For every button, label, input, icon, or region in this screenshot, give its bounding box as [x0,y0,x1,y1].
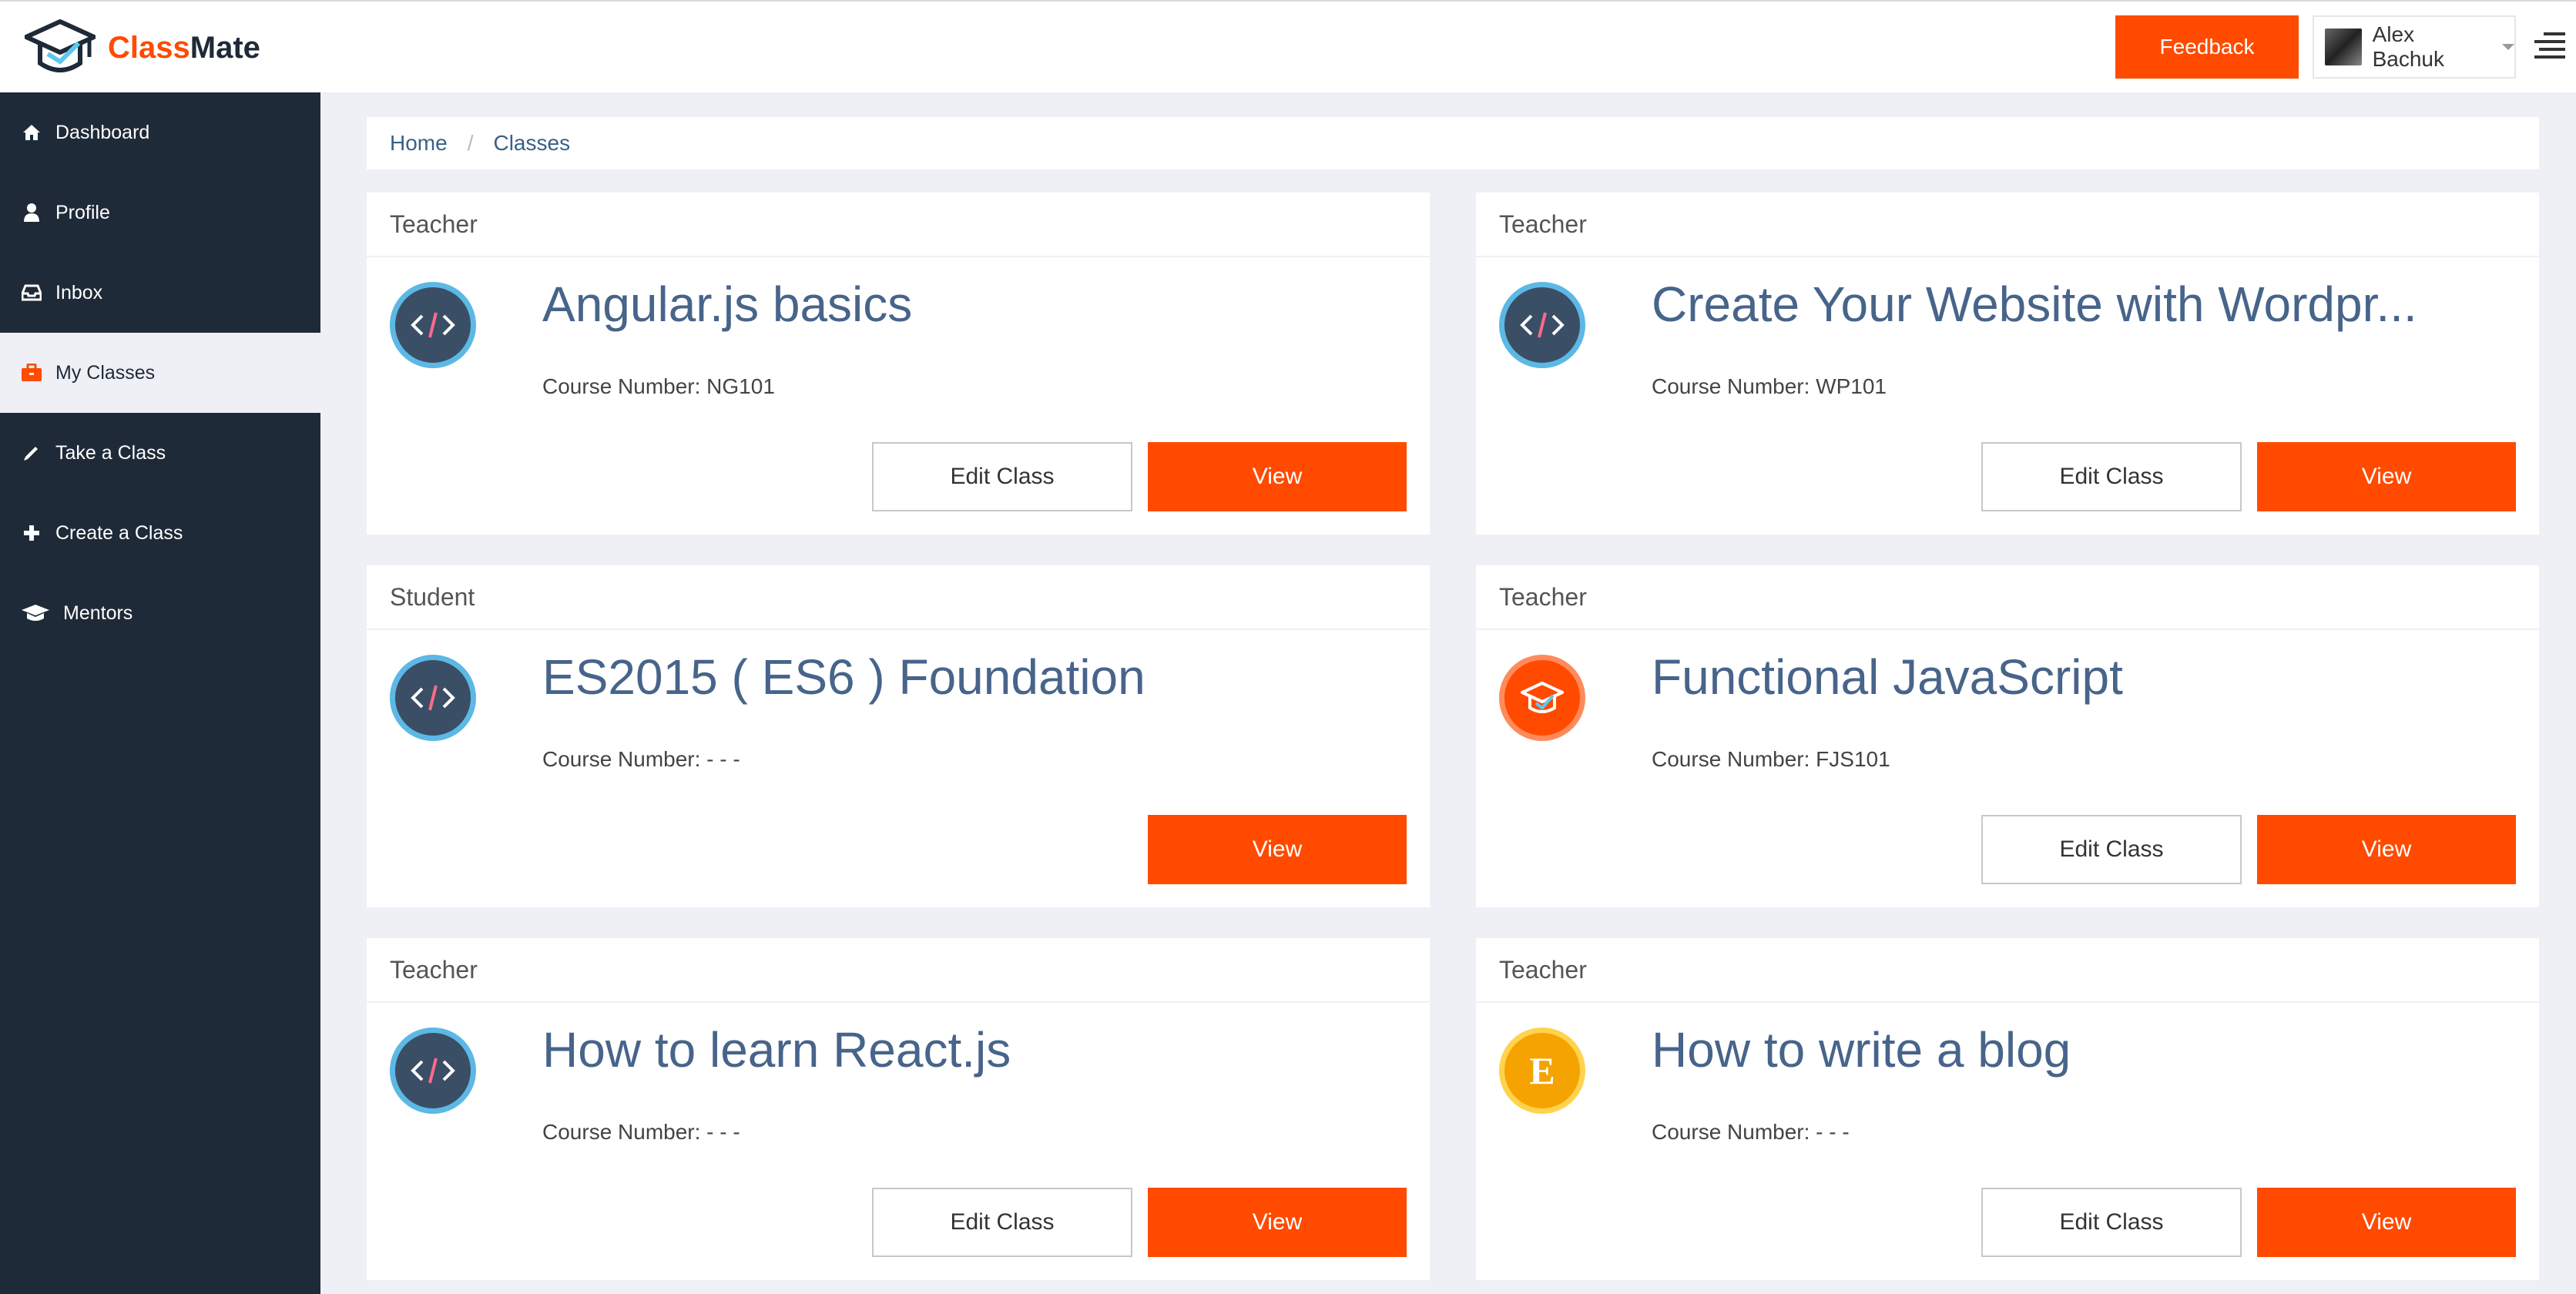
code-icon [390,282,476,368]
course-number: Course Number: FJS101 [1652,747,1890,771]
feedback-button[interactable]: Feedback [2115,15,2299,79]
course-number: Course Number: NG101 [542,374,775,398]
sidebar-item-dashboard[interactable]: Dashboard [0,92,320,173]
user-menu[interactable]: Alex Bachuk [2313,15,2516,79]
code-icon [390,1027,476,1114]
edit-class-button[interactable]: Edit Class [1981,815,2242,884]
card-title[interactable]: ES2015 ( ES6 ) Foundation [542,649,1145,706]
breadcrumb-separator: / [467,131,474,155]
sidebar-item-label: Create a Class [55,521,183,544]
class-card: Student ES2015 ( ES6 ) Foundation Course… [367,565,1430,907]
edit-class-button[interactable]: Edit Class [1981,442,2242,511]
class-card: Teacher Create Your Website with Wordpr.… [1476,193,2539,535]
sidebar-item-label: Dashboard [55,121,150,143]
view-button[interactable]: View [2257,442,2516,511]
sidebar-item-my-classes[interactable]: My Classes [0,333,320,413]
course-number: Course Number: WP101 [1652,374,1887,398]
card-role: Teacher [367,193,1430,257]
card-title[interactable]: How to learn React.js [542,1021,1011,1078]
sidebar-item-inbox[interactable]: Inbox [0,253,320,333]
sidebar-item-label: My Classes [55,361,156,384]
sidebar-item-label: Inbox [55,281,103,303]
top-header: ClassMate Feedback Alex Bachuk [0,0,2576,92]
breadcrumb-classes-link[interactable]: Classes [493,131,570,156]
user-name: Alex Bachuk [2372,22,2445,71]
view-button[interactable]: View [1148,815,1407,884]
class-card: Teacher How to learn React.js Course Num… [367,938,1430,1280]
card-role: Teacher [1476,193,2539,257]
class-card: Teacher E How to write a blog Course Num… [1476,938,2539,1280]
card-title[interactable]: Create Your Website with Wordpr... [1652,276,2417,333]
sidebar-item-label: Take a Class [55,441,166,464]
pencil-icon [20,441,43,464]
view-button[interactable]: View [2257,1188,2516,1257]
edit-class-button[interactable]: Edit Class [872,442,1132,511]
breadcrumb-home-link[interactable]: Home [390,131,448,156]
edit-class-button[interactable]: Edit Class [872,1188,1132,1257]
letter-e-icon: E [1499,1027,1585,1114]
menu-toggle-icon[interactable] [2534,32,2565,60]
sidebar-item-label: Profile [55,201,110,223]
graduation-cap-icon [1499,655,1585,741]
class-card: Teacher Angular.js basics Course Number:… [367,193,1430,535]
sidebar-item-label: Mentors [63,602,133,624]
card-title[interactable]: Angular.js basics [542,276,912,333]
card-role: Teacher [367,938,1430,1003]
inbox-icon [20,281,43,304]
plus-icon [20,521,43,545]
sidebar: Dashboard Profile Inbox My Classes Take … [0,92,320,1294]
card-role: Student [367,565,1430,630]
code-icon [1499,282,1585,368]
graduation-cap-icon [20,602,51,625]
class-card: Teacher Functional JavaScript Course Num… [1476,565,2539,907]
logo-cap-icon [25,19,96,72]
app-name: ClassMate [108,31,260,65]
course-number: Course Number: - - - [1652,1120,1850,1144]
card-title[interactable]: How to write a blog [1652,1021,2071,1078]
user-icon [20,201,43,224]
sidebar-item-profile[interactable]: Profile [0,173,320,253]
app-logo[interactable]: ClassMate [25,17,260,79]
code-icon [390,655,476,741]
course-number: Course Number: - - - [542,1120,740,1144]
avatar [2325,28,2362,65]
caret-down-icon [2502,44,2514,50]
card-role: Teacher [1476,565,2539,630]
app-name-part2: Mate [190,30,260,65]
view-button[interactable]: View [1148,442,1407,511]
course-number: Course Number: - - - [542,747,740,771]
briefcase-icon [20,361,43,384]
sidebar-item-mentors[interactable]: Mentors [0,573,320,653]
edit-class-button[interactable]: Edit Class [1981,1188,2242,1257]
view-button[interactable]: View [1148,1188,1407,1257]
sidebar-item-take-a-class[interactable]: Take a Class [0,413,320,493]
home-icon [20,121,43,144]
sidebar-item-create-a-class[interactable]: Create a Class [0,493,320,573]
breadcrumb: Home / Classes [367,117,2539,169]
view-button[interactable]: View [2257,815,2516,884]
card-role: Teacher [1476,938,2539,1003]
card-title[interactable]: Functional JavaScript [1652,649,2123,706]
app-name-part1: Class [108,30,190,65]
